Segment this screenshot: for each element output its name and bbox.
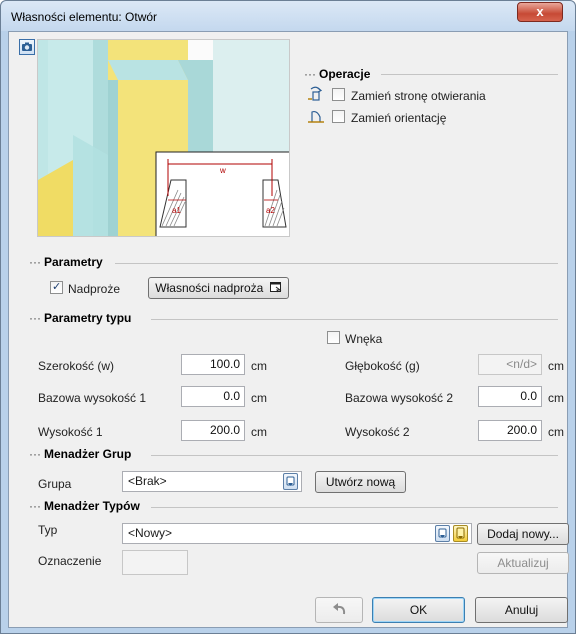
swap-orientation-label: Zamień orientację: [351, 111, 447, 125]
grupa-select[interactable]: <Brak>: [122, 471, 302, 492]
lintel-properties-button[interactable]: Własności nadproża: [148, 277, 289, 299]
dimension-a1-label: a1: [172, 206, 181, 215]
close-button[interactable]: x: [517, 2, 563, 22]
camera-button[interactable]: [19, 39, 35, 55]
parametry-typu-divider: [151, 319, 558, 320]
bazowa-wysokosc-2-label: Bazowa wysokość 2: [345, 391, 454, 405]
bazowa-wysokosc-1-unit: cm: [251, 391, 267, 405]
bazowa-wysokosc-1-input[interactable]: 0.0: [181, 386, 245, 407]
dimension-a2-label: a2: [266, 206, 275, 215]
parametry-divider: [115, 263, 558, 264]
oznaczenie-input[interactable]: [122, 550, 188, 575]
swap-orientation-icon: [308, 110, 324, 123]
cancel-button[interactable]: Anuluj: [475, 597, 568, 623]
operacje-header: ··· Operacje: [304, 67, 371, 81]
add-new-type-button[interactable]: Dodaj nowy...: [477, 523, 569, 545]
grupa-browse-button[interactable]: [283, 473, 298, 490]
typ-browse-button[interactable]: [435, 525, 450, 542]
wysokosc-1-unit: cm: [251, 425, 267, 439]
window-title: Własności elementu: Otwór: [11, 10, 158, 24]
swap-opening-side-checkbox[interactable]: [332, 88, 345, 101]
ok-button[interactable]: OK: [372, 597, 465, 623]
menadzer-typow-divider: [151, 507, 558, 508]
camera-icon: [22, 42, 32, 51]
swap-opening-side-label: Zamień stronę otwierania: [351, 89, 486, 103]
typ-select[interactable]: <Nowy>: [122, 523, 472, 544]
wysokosc-2-input[interactable]: 200.0: [478, 420, 542, 441]
wysokosc-2-label: Wysokość 2: [345, 425, 410, 439]
grupa-label: Grupa: [38, 477, 72, 491]
typ-library-button[interactable]: [453, 525, 468, 542]
wysokosc-2-unit: cm: [548, 425, 564, 439]
list-icon: [286, 476, 295, 486]
nadproze-label: Nadproże: [68, 282, 121, 296]
parametry-typu-header: ··· Parametry typu: [29, 311, 132, 325]
swap-side-icon: [308, 86, 323, 101]
szerokosc-unit: cm: [251, 359, 267, 373]
parametry-header: ··· Parametry: [29, 255, 103, 269]
oznaczenie-label: Oznaczenie: [38, 554, 102, 568]
wneka-checkbox[interactable]: [327, 331, 340, 344]
undo-button[interactable]: [315, 597, 363, 623]
create-group-button[interactable]: Utwórz nową: [315, 471, 406, 493]
list-icon: [438, 528, 447, 538]
dimension-w-label: w: [219, 166, 226, 175]
wneka-label: Wnęka: [345, 332, 383, 346]
wysokosc-1-label: Wysokość 1: [38, 425, 103, 439]
update-type-button[interactable]: Aktualizuj: [477, 552, 569, 574]
open-dialog-icon: [269, 282, 282, 293]
nadproze-checkbox[interactable]: [50, 280, 63, 294]
typ-value: <Nowy>: [128, 526, 173, 540]
properties-dialog: Własności elementu: Otwór x w a1 a2 ··· …: [0, 0, 576, 634]
undo-icon: [333, 603, 346, 615]
opening-preview: w a1 a2: [37, 39, 290, 237]
wysokosc-1-input[interactable]: 200.0: [181, 420, 245, 441]
bazowa-wysokosc-1-label: Bazowa wysokość 1: [38, 391, 147, 405]
menadzer-typow-header: ··· Menadżer Typów: [29, 499, 140, 513]
library-icon: [456, 527, 465, 539]
operacje-divider: [381, 74, 558, 75]
glebokosc-label: Głębokość (g): [345, 359, 420, 373]
bazowa-wysokosc-2-unit: cm: [548, 391, 564, 405]
typ-label: Typ: [38, 523, 58, 537]
szerokosc-label: Szerokość (w): [38, 359, 115, 373]
menadzer-grup-divider: [151, 455, 558, 456]
bazowa-wysokosc-2-input[interactable]: 0.0: [478, 386, 542, 407]
glebokosc-input[interactable]: <n/d>: [478, 354, 542, 375]
swap-orientation-checkbox[interactable]: [332, 110, 345, 123]
szerokosc-input[interactable]: 100.0: [181, 354, 245, 375]
glebokosc-unit: cm: [548, 359, 564, 373]
title-bar: Własności elementu: Otwór x: [1, 1, 575, 31]
menadzer-grup-header: ··· Menadżer Grup: [29, 447, 132, 461]
grupa-value: <Brak>: [128, 474, 167, 488]
